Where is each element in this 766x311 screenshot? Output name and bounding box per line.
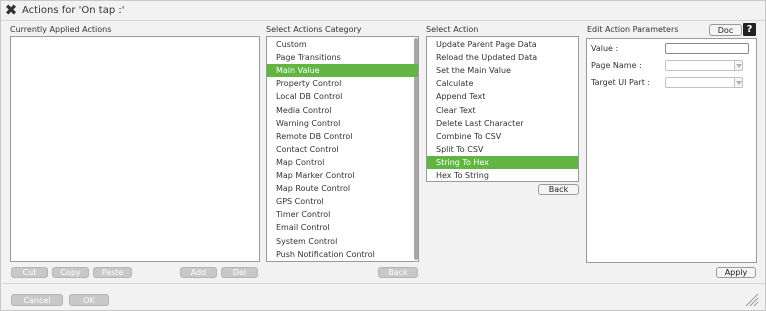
- category-item[interactable]: Email Control: [267, 221, 418, 234]
- page-name-select[interactable]: [665, 60, 743, 71]
- apply-button[interactable]: Apply: [716, 267, 756, 278]
- action-item[interactable]: Reload the Updated Data: [427, 51, 578, 64]
- applied-actions-list[interactable]: [10, 36, 260, 262]
- action-list[interactable]: Update Parent Page Data Reload the Update…: [426, 36, 579, 182]
- params-label: Edit Action Parameters: [587, 25, 679, 34]
- title-bar: ✖ Actions for 'On tap :': [1, 1, 765, 21]
- action-item[interactable]: Delete Last Character: [427, 117, 578, 130]
- category-item[interactable]: Map Marker Control: [267, 169, 418, 182]
- target-ui-select[interactable]: [665, 77, 743, 88]
- help-icon[interactable]: ?: [743, 23, 756, 36]
- category-item[interactable]: Page Transitions: [267, 51, 418, 64]
- category-item[interactable]: Media Control: [267, 104, 418, 117]
- category-label: Select Actions Category: [266, 25, 362, 34]
- action-item[interactable]: Split To CSV: [427, 143, 578, 156]
- ok-button[interactable]: OK: [69, 294, 109, 306]
- category-item[interactable]: Custom: [267, 38, 418, 51]
- category-back-button[interactable]: Back: [378, 267, 418, 278]
- value-input[interactable]: [665, 43, 749, 54]
- value-label: Value :: [591, 44, 619, 53]
- footer-divider: [2, 283, 765, 284]
- paste-button[interactable]: Paste: [93, 267, 132, 278]
- category-item[interactable]: System Control: [267, 235, 418, 248]
- cut-button[interactable]: Cut: [11, 267, 48, 278]
- category-item[interactable]: Push Notification Control: [267, 248, 418, 261]
- dialog-title: Actions for 'On tap :': [22, 5, 125, 16]
- category-list[interactable]: Custom Page Transitions Main Value Property…: [266, 36, 419, 262]
- action-item[interactable]: Calculate: [427, 77, 578, 90]
- category-item[interactable]: Local DB Control: [267, 90, 418, 103]
- action-back-button[interactable]: Back: [538, 184, 579, 195]
- action-item[interactable]: Hex To String: [427, 169, 578, 182]
- chevron-down-icon[interactable]: [734, 60, 743, 71]
- action-item[interactable]: Set the Main Value: [427, 64, 578, 77]
- category-item[interactable]: Timer Control: [267, 208, 418, 221]
- add-button[interactable]: Add: [180, 267, 217, 278]
- actions-dialog: ✖ Actions for 'On tap :' Currently Appli…: [0, 0, 766, 311]
- category-item[interactable]: Remote DB Control: [267, 130, 418, 143]
- chevron-down-icon[interactable]: [734, 77, 743, 88]
- action-item[interactable]: Update Parent Page Data: [427, 38, 578, 51]
- category-item[interactable]: GPS Control: [267, 195, 418, 208]
- action-item[interactable]: Clear Text: [427, 104, 578, 117]
- params-panel: Value : Page Name : Target UI Part :: [586, 38, 757, 263]
- doc-button[interactable]: Doc: [709, 24, 742, 36]
- category-item[interactable]: Contact Control: [267, 143, 418, 156]
- copy-button[interactable]: Copy: [52, 267, 89, 278]
- action-item[interactable]: Combine To CSV: [427, 130, 578, 143]
- resize-grip-icon[interactable]: [743, 291, 759, 307]
- category-item[interactable]: Main Value: [267, 64, 418, 78]
- page-name-label: Page Name :: [591, 61, 642, 70]
- target-ui-label: Target UI Part :: [591, 78, 651, 87]
- category-item[interactable]: Map Route Control: [267, 182, 418, 195]
- close-icon[interactable]: ✖: [4, 3, 18, 18]
- action-label: Select Action: [426, 25, 479, 34]
- action-item[interactable]: Append Text: [427, 90, 578, 103]
- del-button[interactable]: Del: [221, 267, 258, 278]
- category-item[interactable]: Map Control: [267, 156, 418, 169]
- applied-actions-label: Currently Applied Actions: [10, 25, 112, 34]
- cancel-button[interactable]: Cancel: [11, 294, 63, 306]
- category-item[interactable]: Property Control: [267, 77, 418, 90]
- category-item[interactable]: Warning Control: [267, 117, 418, 130]
- action-item[interactable]: String To Hex: [427, 155, 578, 169]
